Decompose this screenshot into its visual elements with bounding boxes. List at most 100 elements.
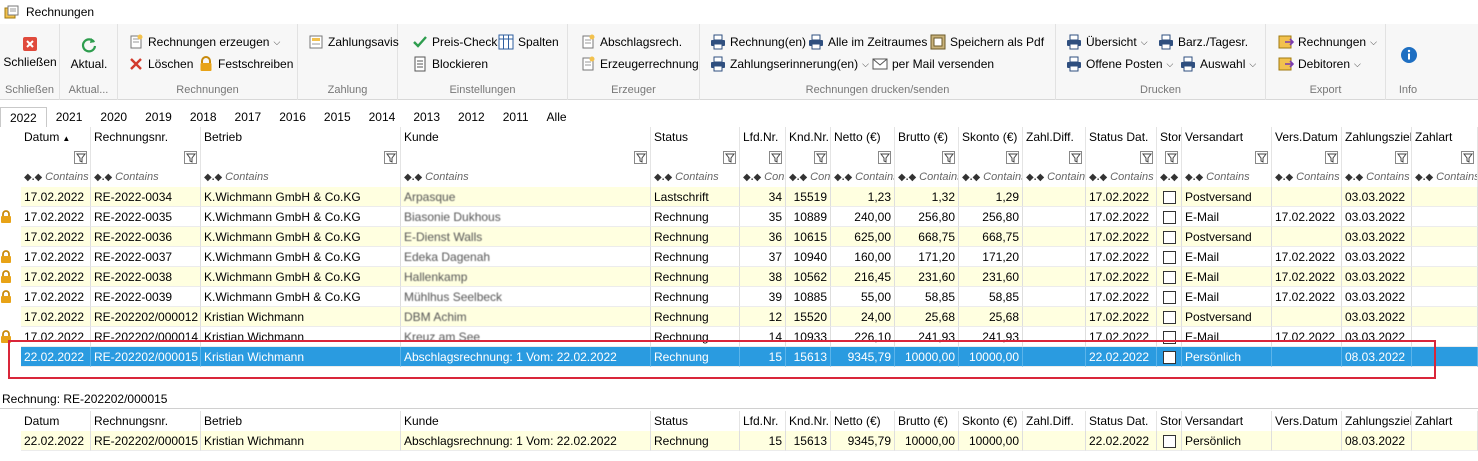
contains-filter-shipping-date[interactable]: ◆.◆ Contains [1272, 167, 1342, 187]
contains-filter-company[interactable]: ◆.◆ Contains [201, 167, 401, 187]
column-header-net[interactable]: Netto (€) [831, 411, 895, 431]
cancelled-checkbox[interactable] [1162, 231, 1176, 245]
contains-filter-cancelled[interactable]: ◆.◆Conta [1157, 167, 1182, 187]
cancelled-checkbox[interactable] [1162, 291, 1176, 305]
column-header-cancelled[interactable]: Stor [1157, 411, 1182, 431]
year-tab-2012[interactable]: 2012 [449, 107, 494, 127]
column-header-status[interactable]: Status [651, 127, 740, 147]
column-header-payment-difference[interactable]: Zahl.Diff. [1023, 127, 1086, 147]
cancelled-checkbox[interactable] [1162, 191, 1176, 205]
column-header-shipping-date[interactable]: Vers.Datum [1272, 127, 1342, 147]
filter-funnel-icon[interactable] [1255, 151, 1268, 164]
filter-funnel-icon[interactable] [1140, 151, 1153, 164]
contains-filter-customer[interactable]: ◆.◆ Contains [401, 167, 651, 187]
year-tab-2019[interactable]: 2019 [136, 107, 181, 127]
column-header-shipping-method[interactable]: Versandart [1182, 127, 1272, 147]
cancelled-checkbox[interactable] [1162, 271, 1176, 285]
column-header-gross[interactable]: Brutto (€) [895, 127, 959, 147]
column-header-date[interactable]: Datum [21, 411, 91, 431]
export-invoices-button[interactable]: Rechnungen ⌵ [1278, 34, 1377, 50]
column-header-invoice-number[interactable]: Rechnungsnr. [91, 411, 201, 431]
invoice-row[interactable]: 17.02.2022 RE-2022-0038 K.Wichmann GmbH & … [0, 267, 1478, 287]
column-header-net[interactable]: Netto (€) [831, 127, 895, 147]
year-tab-2022[interactable]: 2022 [0, 107, 47, 127]
cancelled-checkbox[interactable] [1162, 211, 1176, 225]
contains-filter-status-date[interactable]: ◆.◆ Contains [1086, 167, 1157, 187]
column-header-discount[interactable]: Skonto (€) [959, 127, 1023, 147]
column-header-status[interactable]: Status [651, 411, 740, 431]
save-pdf-button[interactable]: Speichern als Pdf [930, 34, 1044, 50]
filter-funnel-icon[interactable] [74, 151, 87, 164]
invoice-row[interactable]: 17.02.2022 RE-202202/000014 Kristian Wichm… [0, 327, 1478, 347]
filter-funnel-icon[interactable] [1006, 151, 1019, 164]
filter-funnel-icon[interactable] [769, 151, 782, 164]
selected-invoice-row[interactable]: 22.02.2022 RE-202202/000015 Kristian Wichm… [0, 347, 1478, 367]
year-tab-2011[interactable]: 2011 [494, 107, 538, 127]
invoice-row[interactable]: 17.02.2022 RE-2022-0036 K.Wichmann GmbH & … [0, 227, 1478, 247]
column-header-payment-method[interactable]: Zahlart [1412, 127, 1478, 147]
invoice-row[interactable]: 17.02.2022 RE-202202/000012 Kristian Wichm… [0, 307, 1478, 327]
delete-button[interactable]: Löschen [128, 56, 193, 72]
contains-filter-invoice-number[interactable]: ◆.◆ Contains [91, 167, 201, 187]
column-header-payment-due[interactable]: Zahlungsziel [1342, 411, 1412, 431]
contains-filter-payment-difference[interactable]: ◆.◆Contains [1023, 167, 1086, 187]
invoice-row[interactable]: 17.02.2022 RE-2022-0035 K.Wichmann GmbH & … [0, 207, 1478, 227]
column-header-customer-number[interactable]: Knd.Nr. [786, 411, 831, 431]
year-tab-2016[interactable]: 2016 [270, 107, 315, 127]
print-invoices-button[interactable]: Rechnung(en) [710, 34, 806, 50]
filter-funnel-icon[interactable] [384, 151, 397, 164]
send-mail-button[interactable]: per Mail versenden [872, 56, 994, 72]
export-debtors-button[interactable]: Debitoren ⌵ [1278, 56, 1361, 72]
column-header-shipping-date[interactable]: Vers.Datum [1272, 411, 1342, 431]
producer-invoice-button[interactable]: Erzeugerrechnung [580, 56, 699, 72]
contains-filter-payment-method[interactable]: ◆.◆ Contains [1412, 167, 1478, 187]
column-header-customer[interactable]: Kunde [401, 411, 651, 431]
filter-funnel-icon[interactable] [878, 151, 891, 164]
column-header-discount[interactable]: Skonto (€) [959, 411, 1023, 431]
column-header-status-date[interactable]: Status Dat. [1086, 127, 1157, 147]
price-check-button[interactable]: Preis-Check [412, 34, 497, 50]
cancelled-checkbox[interactable] [1162, 251, 1176, 265]
column-header-payment-difference[interactable]: Zahl.Diff. [1023, 411, 1086, 431]
column-header-company[interactable]: Betrieb [201, 127, 401, 147]
filter-funnel-icon[interactable] [1165, 151, 1178, 164]
column-header-invoice-number[interactable]: Rechnungsnr. [91, 127, 201, 147]
print-period-button[interactable]: Alle im Zeitraumes [808, 34, 927, 50]
block-button[interactable]: Blockieren [412, 56, 488, 72]
filter-funnel-icon[interactable] [1395, 151, 1408, 164]
invoice-row[interactable]: 17.02.2022 RE-2022-0039 K.Wichmann GmbH & … [0, 287, 1478, 307]
column-header-customer-number[interactable]: Knd.Nr. [786, 127, 831, 147]
columns-button[interactable]: Spalten [498, 34, 559, 50]
finalize-button[interactable]: Festschreiben [198, 56, 293, 72]
filter-funnel-icon[interactable] [184, 151, 197, 164]
selection-print-button[interactable]: Auswahl ⌵ [1180, 56, 1256, 72]
column-header-company[interactable]: Betrieb [201, 411, 401, 431]
filter-funnel-icon[interactable] [1069, 151, 1082, 164]
cancelled-checkbox[interactable] [1162, 311, 1176, 325]
column-header-payment-due[interactable]: Zahlungsziel [1342, 127, 1412, 147]
contains-filter-discount[interactable]: ◆.◆ Contains [959, 167, 1023, 187]
detail-invoice-row[interactable]: 22.02.2022 RE-202202/000015 Kristian Wichm… [0, 431, 1478, 451]
filter-funnel-icon[interactable] [634, 151, 647, 164]
contains-filter-shipping-method[interactable]: ◆.◆ Contains [1182, 167, 1272, 187]
column-header-shipping-method[interactable]: Versandart [1182, 411, 1272, 431]
invoice-row[interactable]: 17.02.2022 RE-2022-0034 K.Wichmann GmbH & … [0, 187, 1478, 207]
column-header-payment-method[interactable]: Zahlart [1412, 411, 1478, 431]
info-button[interactable] [1398, 46, 1420, 67]
column-header-date[interactable]: Datum ▲ [21, 127, 91, 147]
payment-reminder-button[interactable]: Zahlungserinnerung(en) ⌵ [710, 56, 869, 72]
contains-filter-status[interactable]: ◆.◆ Contains [651, 167, 740, 187]
year-tab-2017[interactable]: 2017 [226, 107, 271, 127]
payment-advice-button[interactable]: Zahlungsavis [308, 34, 399, 50]
contains-filter-payment-due[interactable]: ◆.◆ Contains [1342, 167, 1412, 187]
close-button[interactable]: Schließen [3, 36, 57, 69]
contains-filter-date[interactable]: ◆.◆ Contains [21, 167, 91, 187]
contains-filter-net[interactable]: ◆.◆ Contains [831, 167, 895, 187]
partial-invoice-button[interactable]: Abschlagsrech. [580, 34, 682, 50]
contains-filter-customer-number[interactable]: ◆.◆Contains [786, 167, 831, 187]
contains-filter-serial-number[interactable]: ◆.◆Contains [740, 167, 786, 187]
contains-filter-gross[interactable]: ◆.◆ Contains [895, 167, 959, 187]
column-header-serial-number[interactable]: Lfd.Nr. [740, 411, 786, 431]
column-header-serial-number[interactable]: Lfd.Nr. [740, 127, 786, 147]
cash-daily-print-button[interactable]: Barz./Tagesr. [1158, 34, 1248, 50]
